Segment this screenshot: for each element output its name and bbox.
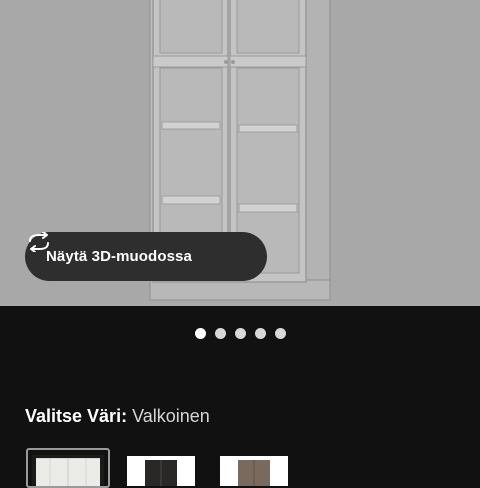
carousel-dot-4[interactable] xyxy=(254,328,266,339)
color-selection-heading: Valitse Väri: Valkoinen xyxy=(25,406,210,427)
product-image[interactable]: Näytä 3D-muodossa xyxy=(0,0,480,306)
carousel-dot-1[interactable] xyxy=(194,328,206,339)
rotate-3d-icon xyxy=(29,232,49,252)
image-carousel-indicator xyxy=(0,328,480,340)
color-label: Valitse Väri: xyxy=(25,406,128,426)
color-option-brown[interactable] xyxy=(220,456,288,486)
color-value: Valkoinen xyxy=(132,406,210,426)
black-bookcase-thumbnail xyxy=(127,456,195,486)
white-bookcase-thumbnail xyxy=(32,455,104,486)
carousel-dot-3[interactable] xyxy=(234,328,246,339)
view-3d-button[interactable]: Näytä 3D-muodossa xyxy=(25,232,267,281)
color-option-white[interactable] xyxy=(26,448,110,488)
color-option-black[interactable] xyxy=(127,456,195,486)
brown-bookcase-thumbnail xyxy=(220,456,288,486)
view-3d-label: Näytä 3D-muodossa xyxy=(46,248,192,265)
carousel-dot-5[interactable] xyxy=(274,328,286,339)
carousel-dot-2[interactable] xyxy=(214,328,226,339)
